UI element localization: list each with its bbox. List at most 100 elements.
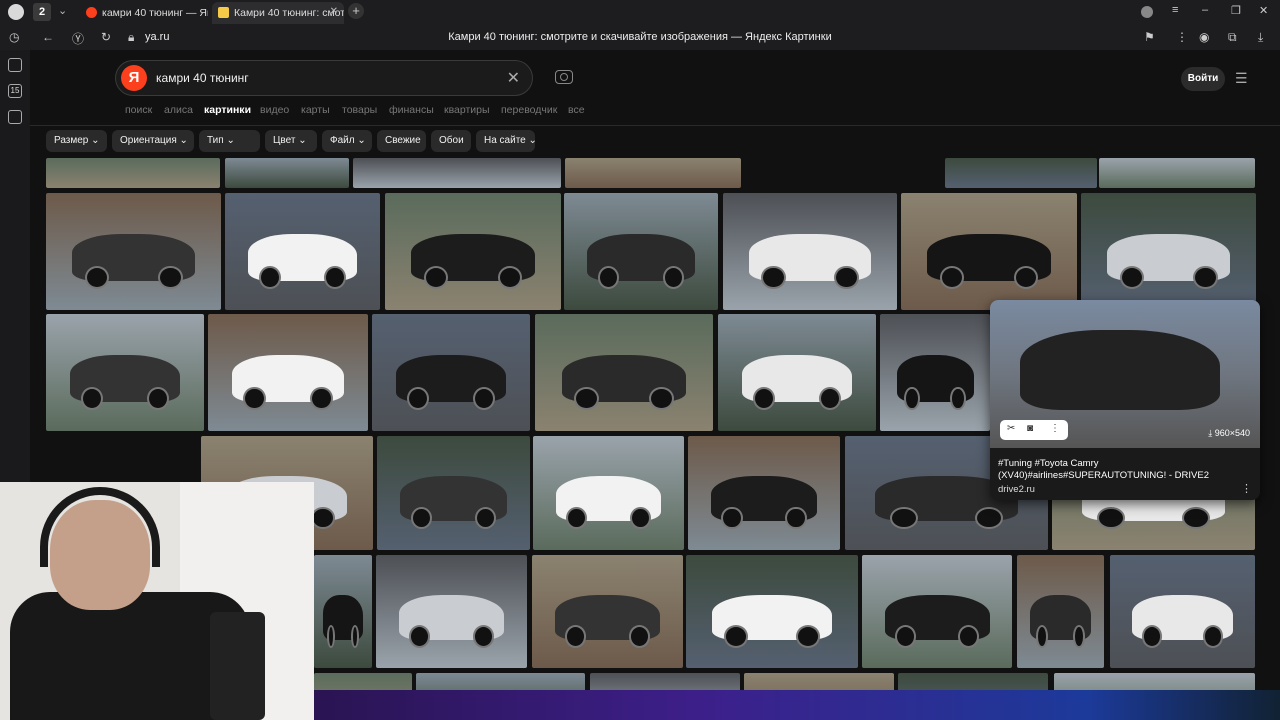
wheel [721, 506, 743, 530]
image-thumbnail[interactable] [533, 436, 684, 550]
preview-source[interactable]: drive2.ru [998, 484, 1035, 495]
image-thumbnail[interactable] [208, 314, 368, 431]
tab-count-badge[interactable]: 2 [33, 3, 51, 21]
screenshot-icon[interactable] [8, 110, 22, 124]
collections-icon[interactable]: ⧉ [1228, 30, 1237, 45]
image-thumbnail[interactable] [1099, 158, 1255, 188]
image-thumbnail[interactable] [565, 158, 741, 188]
search-input[interactable]: камри 40 тюнинг [156, 71, 249, 85]
wheel [324, 265, 346, 289]
more-icon[interactable]: ⋮ [1241, 482, 1252, 495]
download-icon[interactable]: ⤓ [1258, 30, 1263, 45]
image-thumbnail[interactable] [225, 193, 380, 310]
minimize-icon[interactable]: – [1202, 4, 1208, 16]
service-link[interactable]: переводчик [501, 104, 557, 116]
restore-icon[interactable]: ❐ [1231, 4, 1241, 17]
service-link[interactable]: товары [342, 104, 377, 116]
image-thumbnail[interactable] [945, 158, 1097, 188]
wheel [796, 625, 821, 648]
filter-button[interactable]: На сайте ⌄ [476, 130, 537, 152]
image-thumbnail[interactable] [385, 193, 561, 310]
browser-tab-2[interactable]: Камри 40 тюнинг: смот ✕ [212, 2, 344, 24]
filter-button[interactable]: Цвет ⌄ [265, 130, 317, 152]
service-link[interactable]: видео [260, 104, 289, 116]
wheel [819, 386, 842, 410]
image-thumbnail[interactable] [372, 314, 530, 431]
image-thumbnail[interactable] [718, 314, 876, 431]
menu-icon[interactable]: ☰ [1235, 70, 1248, 87]
crop-icon[interactable]: ✂ [1007, 423, 1015, 434]
close-tab-icon[interactable]: ✕ [330, 6, 338, 17]
more-icon[interactable]: ⋮ [1050, 423, 1060, 434]
image-thumbnail[interactable] [1017, 555, 1104, 668]
filter-label: Файл [330, 135, 355, 146]
close-window-icon[interactable]: ✕ [1259, 4, 1268, 17]
filter-label: На сайте [484, 135, 526, 146]
filter-button[interactable]: Ориентация ⌄ [112, 130, 194, 152]
image-thumbnail[interactable] [1081, 193, 1256, 310]
new-tab-button[interactable]: + [348, 3, 364, 19]
image-thumbnail[interactable] [535, 314, 713, 431]
chevron-down-icon[interactable]: ⌄ [58, 4, 67, 17]
image-thumbnail[interactable] [901, 193, 1077, 310]
image-thumbnail[interactable] [46, 158, 220, 188]
wheel [474, 506, 497, 530]
filter-button[interactable]: Обои [431, 130, 471, 152]
service-link[interactable]: поиск [125, 104, 152, 116]
menu-icon[interactable]: ≡ [1172, 4, 1178, 16]
wheel [84, 265, 109, 289]
notes-icon[interactable] [8, 58, 22, 72]
image-thumbnail[interactable] [314, 555, 372, 668]
wheel [158, 265, 183, 289]
service-link[interactable]: все [568, 104, 585, 116]
image-thumbnail[interactable] [862, 555, 1012, 668]
decorative-banner [314, 690, 1280, 720]
image-thumbnail[interactable] [1110, 555, 1255, 668]
image-thumbnail[interactable] [564, 193, 718, 310]
browser-tab-1[interactable]: камри 40 тюнинг — Янде [80, 2, 208, 24]
browser-logo-icon[interactable] [8, 4, 24, 20]
image-thumbnail[interactable] [880, 314, 990, 431]
image-preview-card[interactable]: ✂ ◙ ⋮ ⤓ 960×540 #Tuning #Toyota Camry (X… [990, 300, 1260, 500]
service-link[interactable]: квартиры [444, 104, 490, 116]
image-thumbnail[interactable] [377, 436, 530, 550]
filter-label: Тип [207, 135, 224, 146]
filter-label: Размер [54, 135, 89, 146]
wheel [939, 265, 965, 289]
image-thumbnail[interactable] [723, 193, 897, 310]
wheel [834, 265, 859, 289]
cast-icon[interactable]: ◉ [1199, 30, 1209, 44]
image-thumbnail[interactable] [376, 555, 527, 668]
service-link[interactable]: картинки [204, 104, 251, 116]
image-thumbnail[interactable] [532, 555, 683, 668]
image-thumbnail[interactable] [46, 314, 204, 431]
filter-button[interactable]: Тип ⌄ [199, 130, 260, 152]
image-thumbnail[interactable] [46, 193, 221, 310]
image-thumbnail[interactable] [688, 436, 840, 550]
login-button[interactable]: Войти [1181, 67, 1225, 91]
image-thumbnail[interactable] [353, 158, 561, 188]
search-box[interactable]: Я камри 40 тюнинг ✕ [115, 60, 533, 96]
service-link[interactable]: алиса [164, 104, 193, 116]
profile-icon[interactable] [1141, 6, 1153, 18]
clear-search-icon[interactable]: ✕ [507, 68, 520, 88]
image-thumbnail[interactable] [225, 158, 349, 188]
camera-icon[interactable]: ◙ [1027, 423, 1033, 434]
wheel [326, 625, 335, 648]
filter-button[interactable]: Файл ⌄ [322, 130, 372, 152]
filter-button[interactable]: Размер ⌄ [46, 130, 107, 152]
calendar-icon[interactable]: 15 [8, 84, 22, 98]
image-size-badge[interactable]: ⤓ 960×540 [1208, 428, 1250, 439]
wheel [785, 506, 807, 530]
more-icon[interactable]: ⋮ [1176, 30, 1188, 44]
service-link[interactable]: карты [301, 104, 330, 116]
image-thumbnail[interactable] [686, 555, 858, 668]
bookmark-icon[interactable]: ⚑ [1144, 30, 1155, 44]
yandex-logo-icon[interactable]: Я [121, 65, 147, 91]
preview-title[interactable]: #Tuning #Toyota Camry (XV40)#airlines#SU… [998, 458, 1238, 482]
chevron-down-icon: ⌄ [295, 135, 307, 146]
wheel [259, 265, 281, 289]
filter-button[interactable]: Свежие [377, 130, 426, 152]
camera-search-icon[interactable] [555, 70, 573, 84]
service-link[interactable]: финансы [389, 104, 434, 116]
